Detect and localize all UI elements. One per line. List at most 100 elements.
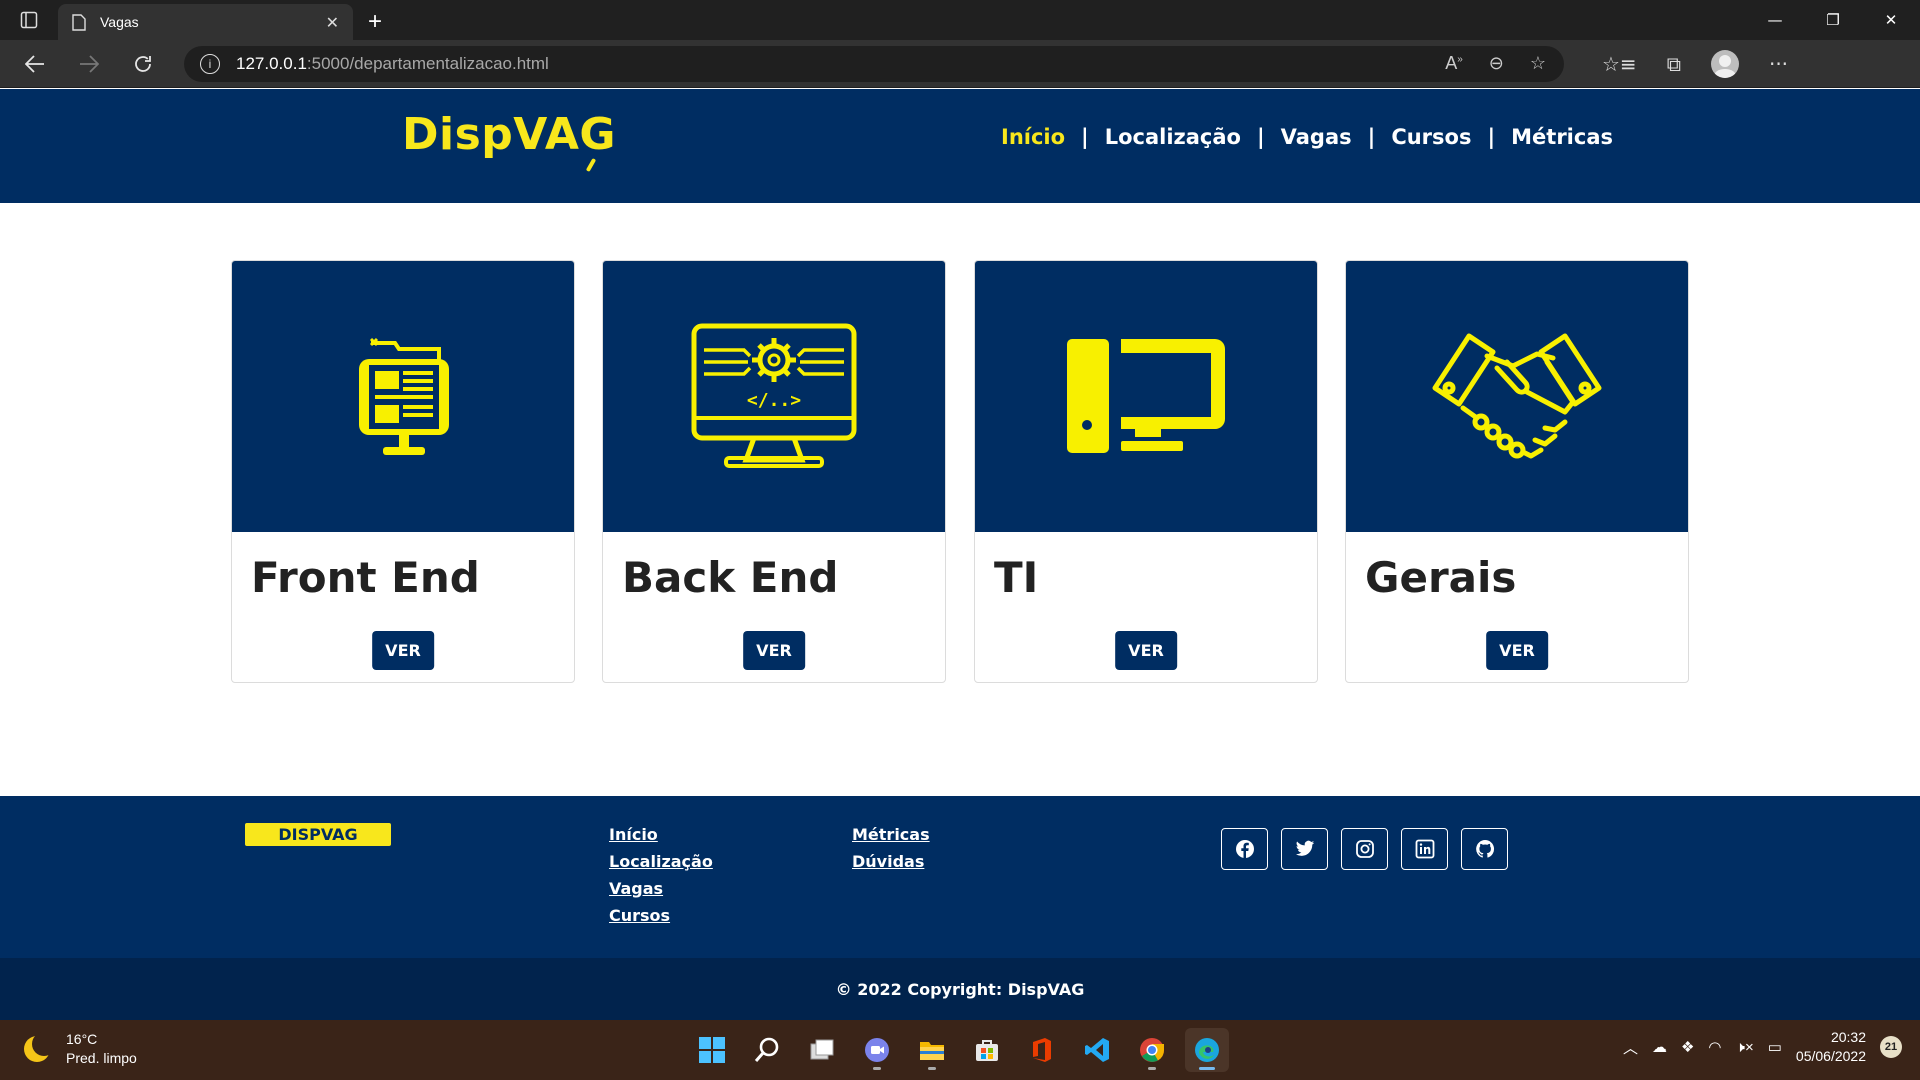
speaker-muted-icon[interactable]: 🕨× (1736, 1039, 1754, 1056)
footer-links-col-2: Métricas Dúvidas (852, 824, 930, 873)
vscode-icon (1085, 1038, 1109, 1062)
running-indicator (873, 1067, 881, 1070)
main-nav: Início | Localização | Vagas | Cursos | … (1001, 125, 1613, 149)
read-aloud-icon[interactable]: A» (1445, 53, 1463, 74)
nav-separator: | (1256, 125, 1265, 149)
footer-link-duvidas[interactable]: Dúvidas (852, 851, 930, 873)
notification-badge[interactable]: 21 (1880, 1036, 1902, 1058)
office-button[interactable] (1020, 1028, 1064, 1072)
tab-actions-icon (20, 11, 38, 29)
moon-weather-icon (24, 1032, 56, 1062)
weather-description: Pred. limpo (66, 1050, 137, 1066)
desktop-computer-icon (1067, 338, 1225, 453)
ver-button[interactable]: VER (1486, 631, 1548, 670)
nav-link-localizacao[interactable]: Localização (1105, 125, 1241, 149)
url-path: :5000/departamentalizacao.html (306, 53, 549, 73)
search-icon (754, 1037, 779, 1062)
collections-icon[interactable]: ⧉ (1667, 52, 1681, 76)
running-indicator (1148, 1067, 1156, 1070)
vscode-button[interactable] (1075, 1028, 1119, 1072)
file-explorer-button[interactable] (910, 1028, 954, 1072)
card-front-end: Front End VER (231, 260, 575, 683)
onedrive-icon[interactable]: ☁ (1652, 1038, 1667, 1056)
page-icon (72, 13, 86, 31)
edge-icon (1195, 1038, 1219, 1062)
window-controls: — ❐ ✕ (1746, 0, 1920, 40)
back-arrow-icon (25, 54, 44, 73)
clock[interactable]: 20:32 05/06/2022 (1796, 1028, 1866, 1066)
ver-button[interactable]: VER (372, 631, 434, 670)
nav-link-inicio[interactable]: Início (1001, 125, 1065, 149)
ver-button[interactable]: VER (1115, 631, 1177, 670)
zoom-icon[interactable]: ⊖ (1489, 53, 1504, 74)
browser-tab-bar: Vagas ✕ + — ❐ ✕ (0, 0, 1920, 40)
nav-link-metricas[interactable]: Métricas (1511, 125, 1613, 149)
site-logo[interactable]: DispVA G (402, 109, 616, 173)
task-view-button[interactable] (800, 1028, 844, 1072)
favorites-icon[interactable]: ☆≡ (1602, 52, 1637, 76)
temperature: 16°C (66, 1031, 98, 1047)
nav-separator: | (1081, 125, 1089, 149)
task-view-icon (810, 1039, 834, 1060)
url-bar[interactable]: i 127.0.0.1:5000/departamentalizacao.htm… (184, 45, 1564, 82)
facebook-button[interactable] (1221, 828, 1268, 870)
github-button[interactable] (1461, 828, 1508, 870)
nav-link-cursos[interactable]: Cursos (1391, 125, 1471, 149)
footer-brand: DISPVAG (245, 823, 391, 846)
close-window-icon[interactable]: ✕ (1862, 0, 1920, 40)
site-header: DispVA G Início | Localização | Vagas | C… (0, 89, 1920, 203)
twitter-button[interactable] (1281, 828, 1328, 870)
minimize-icon[interactable]: — (1746, 0, 1804, 40)
back-button[interactable] (8, 40, 62, 88)
footer-link-inicio[interactable]: Início (609, 824, 713, 846)
store-button[interactable] (965, 1028, 1009, 1072)
forward-button[interactable] (62, 40, 116, 88)
add-favorite-icon[interactable]: ☆ (1530, 53, 1546, 74)
footer-links-col-1: Início Localização Vagas Cursos (609, 824, 713, 927)
restore-icon[interactable]: ❐ (1804, 0, 1862, 40)
handshake-icon (1432, 333, 1602, 458)
battery-icon[interactable]: ▭ (1768, 1038, 1782, 1056)
svg-text:</..>: </..> (747, 390, 801, 411)
weather-widget[interactable]: 16°C Pred. limpo (24, 1030, 137, 1068)
chevron-up-icon[interactable]: ︿ (1623, 1037, 1638, 1058)
start-button[interactable] (690, 1028, 734, 1072)
windows-taskbar: 16°C Pred. limpo ︿ ☁ ❖ ◠ 🕨× ▭ 20:32 05/0… (0, 1020, 1920, 1080)
copyright-bar: © 2022 Copyright: DispVAG (0, 958, 1920, 1020)
new-tab-button[interactable]: + (353, 4, 397, 40)
office-icon (1033, 1038, 1051, 1062)
profile-avatar[interactable] (1710, 49, 1739, 78)
footer-link-localizacao[interactable]: Localização (609, 851, 713, 873)
github-icon (1475, 839, 1494, 858)
wifi-icon[interactable]: ◠ (1708, 1038, 1721, 1056)
instagram-button[interactable] (1341, 828, 1388, 870)
footer-link-vagas[interactable]: Vagas (609, 878, 713, 900)
card-title: Back End (622, 553, 839, 602)
nav-link-vagas[interactable]: Vagas (1281, 125, 1352, 149)
search-button[interactable] (745, 1028, 789, 1072)
social-links (1221, 828, 1508, 870)
site-info-icon[interactable]: i (200, 53, 220, 74)
tab-actions-button[interactable] (0, 0, 58, 40)
dropbox-icon[interactable]: ❖ (1681, 1038, 1694, 1056)
instagram-icon (1355, 840, 1374, 858)
tab-close-icon[interactable]: ✕ (326, 13, 339, 32)
more-options-icon[interactable]: ··· (1769, 52, 1788, 76)
card-title: TI (994, 553, 1039, 602)
chrome-icon (1140, 1038, 1164, 1062)
running-indicator (1199, 1067, 1215, 1070)
teams-chat-button[interactable] (855, 1028, 899, 1072)
logo-text: DispVA (402, 109, 580, 160)
linkedin-button[interactable] (1401, 828, 1448, 870)
tab-title: Vagas (100, 14, 139, 30)
footer-link-metricas[interactable]: Métricas (852, 824, 930, 846)
reload-button[interactable] (116, 40, 170, 88)
edge-button[interactable] (1185, 1028, 1229, 1072)
ver-button[interactable]: VER (743, 631, 805, 670)
browser-tab[interactable]: Vagas ✕ (58, 4, 353, 40)
footer-link-cursos[interactable]: Cursos (609, 905, 713, 927)
chrome-button[interactable] (1130, 1028, 1174, 1072)
running-indicator (928, 1067, 936, 1070)
store-icon (976, 1040, 998, 1061)
web-page-monitor-icon (359, 337, 449, 455)
